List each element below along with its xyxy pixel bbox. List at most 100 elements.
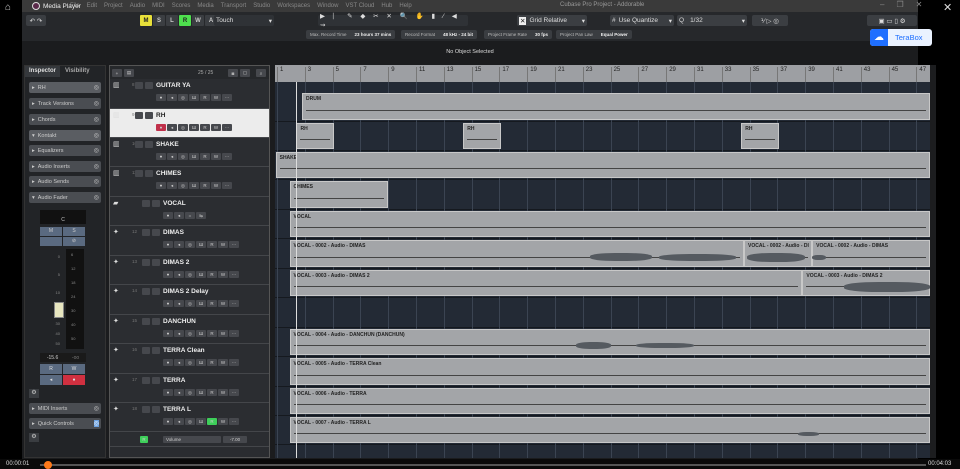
solo-button[interactable] bbox=[152, 347, 160, 354]
track-control-0[interactable]: ● bbox=[163, 389, 173, 396]
section-icon[interactable]: ◎ bbox=[94, 163, 99, 170]
track-control-1[interactable]: ◂ bbox=[174, 330, 184, 337]
window-layout-buttons[interactable]: ▣ ▭ ▯ ⚙ bbox=[867, 15, 917, 26]
quantize-value-select[interactable]: Q 1/32 ▾ bbox=[677, 15, 747, 26]
track-control-5[interactable]: W bbox=[211, 94, 221, 101]
track-control-0[interactable]: ● bbox=[156, 182, 166, 189]
menu-audio[interactable]: Audio bbox=[130, 3, 145, 9]
automation-param[interactable]: Volume bbox=[163, 436, 221, 443]
track-control-0[interactable]: ● bbox=[163, 300, 173, 307]
mute-button[interactable] bbox=[135, 141, 143, 148]
track-control-5[interactable]: W bbox=[218, 330, 228, 337]
solo-button[interactable] bbox=[152, 259, 160, 266]
menu-vst-cloud[interactable]: VST Cloud bbox=[345, 3, 374, 9]
pan-control[interactable]: C bbox=[40, 210, 86, 224]
track-terra-l[interactable]: ✦ 18 TERRA L ● ◂ ◎ Ш R W ⋯ bbox=[110, 403, 269, 432]
track-control-0[interactable]: ● bbox=[163, 241, 173, 248]
region[interactable]: VOCAL - 0007 - Audio - TERRA L bbox=[289, 417, 930, 443]
solo-button[interactable] bbox=[152, 377, 160, 384]
menu-media[interactable]: Media bbox=[197, 3, 213, 9]
track-control-3[interactable]: Ш bbox=[189, 124, 199, 131]
mute-solo-button-2[interactable] bbox=[40, 237, 62, 246]
menu-project[interactable]: Project bbox=[104, 3, 123, 9]
track-control-3[interactable]: Ш bbox=[196, 241, 206, 248]
timeline-ruler[interactable]: 1 3 5 7 9 11 13 15 17 19 21 23 25 27 29 31 33 35 37 39 41 43 4… bbox=[275, 65, 930, 82]
track-control-2[interactable]: ◎ bbox=[178, 182, 188, 189]
track-control-6[interactable]: ⋯ bbox=[229, 389, 239, 396]
region[interactable]: VOCAL - 0003 - Audio - DIMAS 2 bbox=[289, 270, 803, 296]
section-icon[interactable]: ◎ bbox=[94, 194, 99, 201]
region[interactable]: SHAKE bbox=[275, 152, 930, 178]
settings-gear-icon[interactable]: ⚙ bbox=[29, 389, 39, 398]
track-control-2[interactable]: ◎ bbox=[178, 124, 188, 131]
section-icon[interactable]: ◎ bbox=[94, 100, 99, 107]
rw-button-1[interactable]: W bbox=[63, 364, 85, 374]
snap-type-select[interactable]: ✕ Grid Relative ▾ bbox=[517, 15, 587, 26]
track-control-5[interactable]: W bbox=[211, 153, 221, 160]
track-control-2[interactable]: ◎ bbox=[178, 94, 188, 101]
track-control-5[interactable]: W bbox=[218, 271, 228, 278]
track-control-5[interactable]: W bbox=[218, 359, 228, 366]
menu-transport[interactable]: Transport bbox=[221, 3, 246, 9]
track-control-1[interactable]: ◂ bbox=[174, 418, 184, 425]
mode-button-l[interactable]: L bbox=[166, 15, 178, 26]
inspector-section-1[interactable]: ▸ Quick Controls ◎ bbox=[29, 418, 101, 429]
track-control-5[interactable]: W bbox=[211, 182, 221, 189]
mute-button[interactable] bbox=[142, 406, 150, 413]
seek-handle[interactable] bbox=[44, 461, 52, 469]
track-control-4[interactable]: R bbox=[200, 153, 210, 160]
track-control-6[interactable]: ⋯ bbox=[229, 330, 239, 337]
track-control-2[interactable]: ◎ bbox=[185, 330, 195, 337]
track-control-2[interactable]: = bbox=[185, 212, 195, 219]
track-control-6[interactable]: ⋯ bbox=[222, 182, 232, 189]
track-shake[interactable]: ▥10SHAKE●◂◎ШRW⋯ bbox=[110, 138, 269, 167]
track-layout-button[interactable]: ▢ bbox=[240, 69, 250, 77]
region[interactable]: VOCAL bbox=[289, 211, 930, 237]
track-control-3[interactable]: Ш bbox=[196, 359, 206, 366]
track-control-5[interactable]: W bbox=[218, 389, 228, 396]
mode-button-s[interactable]: S bbox=[153, 15, 165, 26]
automation-lane[interactable]: R Volume -7.00 bbox=[110, 433, 269, 447]
region[interactable]: CHIMES bbox=[289, 181, 389, 208]
track-control-0[interactable]: ● bbox=[156, 94, 166, 101]
mute-button[interactable] bbox=[142, 200, 150, 207]
search-tracks-icon[interactable]: ⌕ bbox=[256, 69, 266, 77]
inspector-section-0[interactable]: ▸ MIDI Inserts ◎ bbox=[29, 403, 101, 414]
mute-button[interactable] bbox=[142, 229, 150, 236]
track-control-0[interactable]: ● bbox=[163, 271, 173, 278]
track-control-5[interactable]: W bbox=[218, 418, 228, 425]
menu-window[interactable]: Window bbox=[317, 3, 338, 9]
track-control-4[interactable]: R bbox=[207, 389, 217, 396]
solo-button[interactable] bbox=[152, 200, 160, 207]
track-control-1[interactable]: ◂ bbox=[174, 241, 184, 248]
mute-button[interactable] bbox=[135, 82, 143, 89]
inspector-section-0[interactable]: ▸ Equalizers ◎ bbox=[29, 145, 101, 156]
track-control-0[interactable]: ● bbox=[156, 153, 166, 160]
mute-solo-button-3[interactable]: ⊘ bbox=[63, 237, 85, 246]
track-control-4[interactable]: R bbox=[207, 330, 217, 337]
track-danchun[interactable]: ✦ 15 DANCHUN ● ◂ ◎ Ш R W ⋯ bbox=[110, 315, 269, 344]
track-control-6[interactable]: ⋯ bbox=[222, 153, 232, 160]
vertical-scrollbar[interactable] bbox=[930, 65, 936, 458]
track-control-6[interactable]: ⋯ bbox=[229, 359, 239, 366]
track-control-6[interactable]: ⋯ bbox=[229, 271, 239, 278]
track-control-6[interactable]: ⋯ bbox=[229, 300, 239, 307]
track-dimas-2[interactable]: ✦ 13 DIMAS 2 ● ◂ ◎ Ш R W ⋯ bbox=[110, 256, 269, 285]
region[interactable]: VOCAL - 0002 - Audio - DIMAS bbox=[812, 240, 930, 267]
track-control-3[interactable]: Ш bbox=[189, 182, 199, 189]
mute-button[interactable] bbox=[142, 347, 150, 354]
tab-visibility[interactable]: Visibility bbox=[61, 66, 94, 77]
track-chimes[interactable]: ▥11CHIMES●◂◎ШRW⋯ bbox=[110, 167, 269, 197]
home-icon[interactable]: ⌂ bbox=[5, 2, 11, 13]
region[interactable]: VOCAL - 0005 - Audio - TERRA Clean bbox=[289, 358, 930, 385]
menu-help[interactable]: Help bbox=[399, 3, 411, 9]
arrange-area[interactable]: 1 3 5 7 9 11 13 15 17 19 21 23 25 27 29 31 33 35 37 39 41 43 4… bbox=[275, 65, 930, 458]
track-control-3[interactable]: Ш bbox=[189, 153, 199, 160]
track-control-4[interactable]: R bbox=[207, 300, 217, 307]
section-icon[interactable]: ◎ bbox=[94, 405, 99, 412]
section-icon[interactable]: ◎ bbox=[94, 178, 99, 185]
solo-button[interactable] bbox=[145, 141, 153, 148]
track-control-4[interactable]: R bbox=[207, 241, 217, 248]
mute-button[interactable] bbox=[142, 318, 150, 325]
inspector-section-1[interactable]: ▸ Audio Inserts ◎ bbox=[29, 161, 101, 172]
